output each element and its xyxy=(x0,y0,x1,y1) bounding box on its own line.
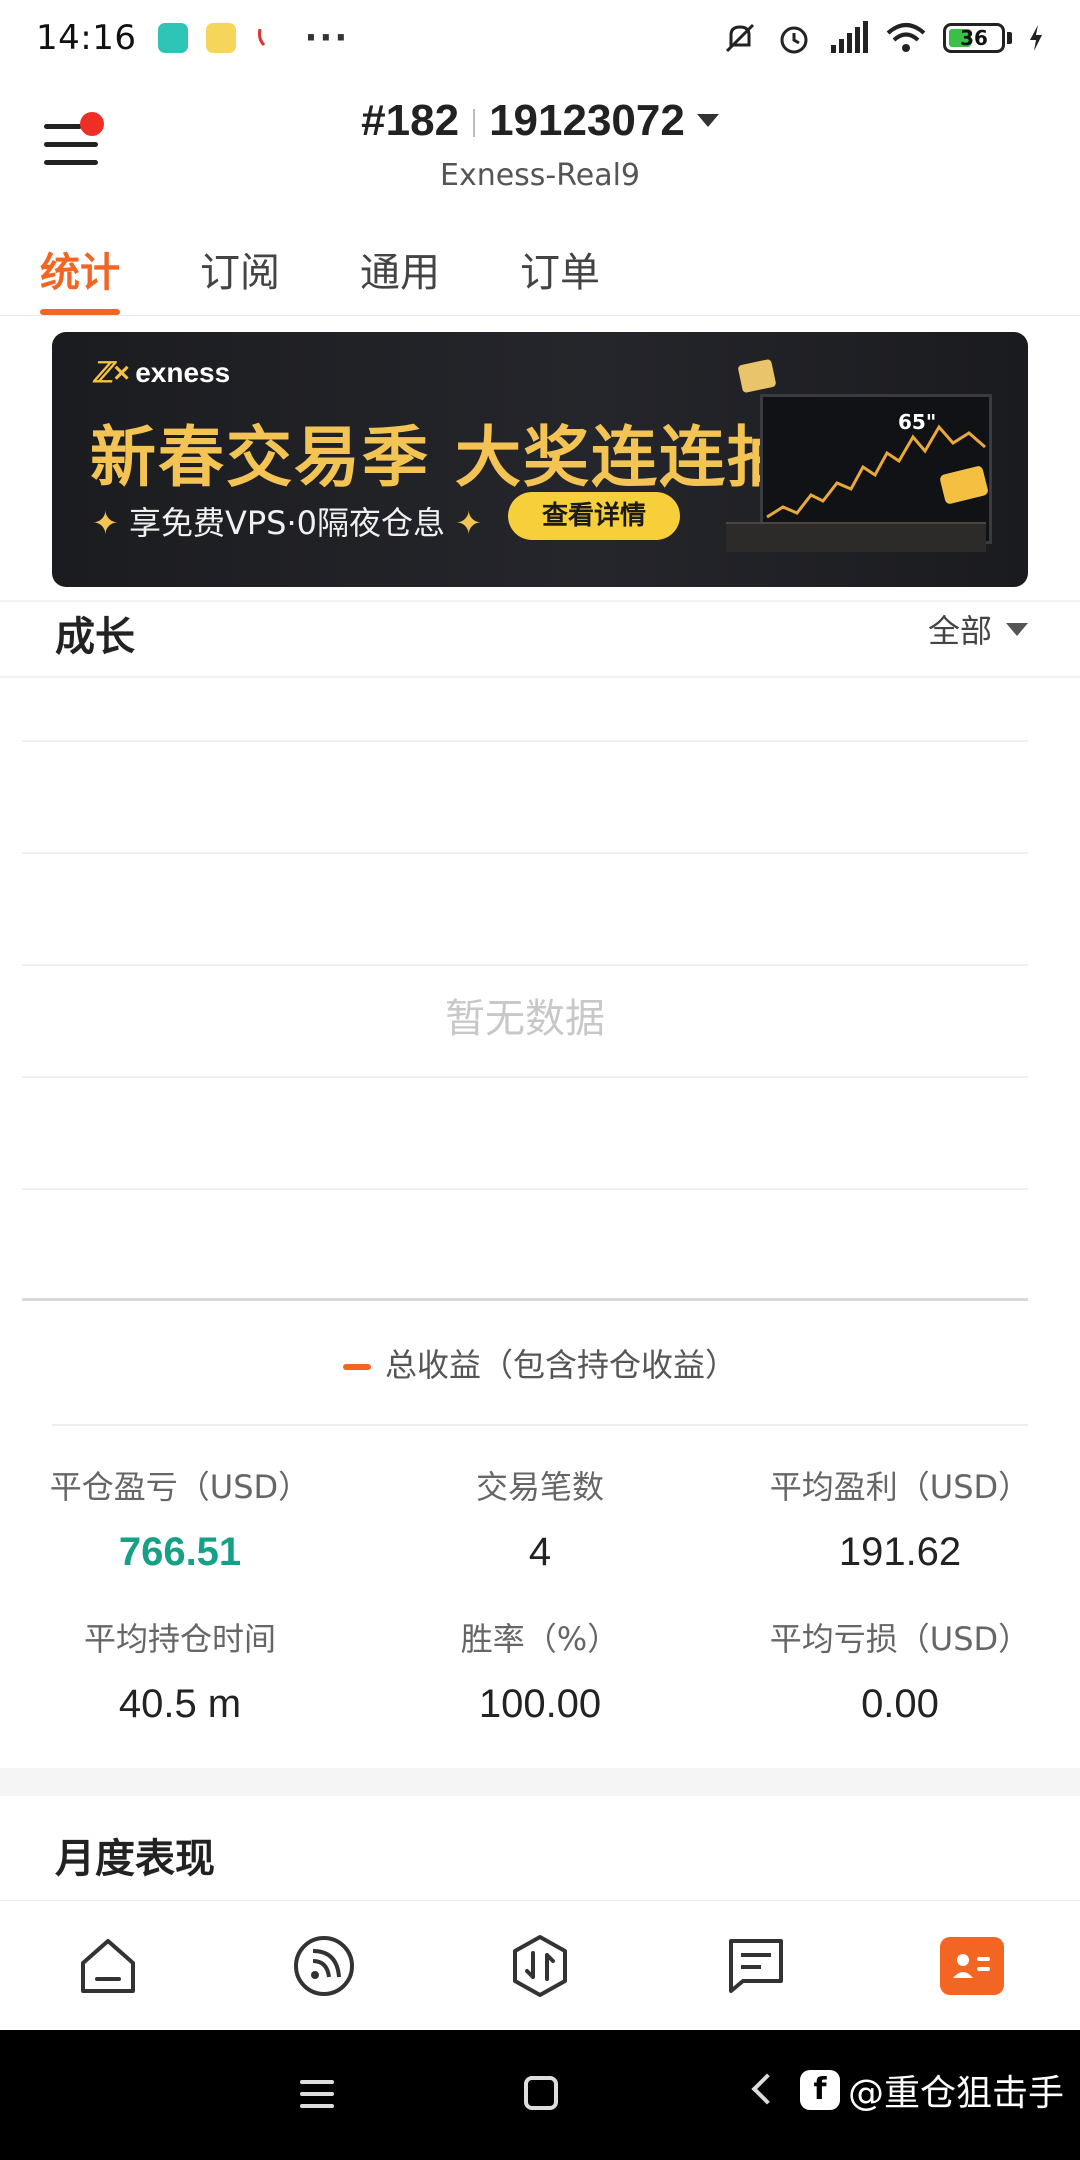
growth-title: 成长 xyxy=(55,614,135,660)
nav-trade[interactable] xyxy=(495,1921,585,2011)
stat-label: 胜率（%） xyxy=(460,1620,620,1658)
nav-feed[interactable] xyxy=(279,1921,369,2011)
message-app-icon xyxy=(206,23,237,53)
tv-size-label: 65" xyxy=(898,410,937,434)
stat-avg-profit: 平均盈利（USD） 191.62 xyxy=(720,1462,1080,1575)
feed-icon xyxy=(294,1935,354,1996)
status-bar: 14:16 ··· 36 xyxy=(0,0,1080,76)
trade-icon xyxy=(513,1934,567,1997)
chart-legend: 总收益（包含持仓收益） xyxy=(0,1340,1080,1386)
watermark-logo-icon: f xyxy=(800,2070,840,2110)
growth-filter-label: 全部 xyxy=(927,612,992,650)
section-divider xyxy=(0,1768,1080,1796)
legend-label: 总收益（包含持仓收益） xyxy=(384,1346,737,1384)
news-icon xyxy=(729,1938,783,1993)
stat-win-rate: 胜率（%） 100.00 xyxy=(360,1614,720,1727)
stat-value: 4 xyxy=(528,1530,552,1574)
stat-avg-hold-time: 平均持仓时间 40.5 m xyxy=(0,1614,360,1727)
account-id: 19123072 xyxy=(489,96,685,145)
signal-icon xyxy=(831,21,868,53)
notification-icons: ··· xyxy=(158,18,349,58)
monthly-performance-title: 月度表现 xyxy=(55,1836,215,1882)
stat-value: 40.5 m xyxy=(118,1682,242,1726)
home-icon xyxy=(81,1938,135,1993)
chevron-down-icon xyxy=(696,113,719,127)
empty-state-text: 暂无数据 xyxy=(445,996,605,1042)
stat-label: 平仓盈亏（USD） xyxy=(49,1468,311,1506)
missed-call-icon xyxy=(258,28,266,47)
stat-value: 0.00 xyxy=(861,1682,939,1726)
recent-apps-button[interactable] xyxy=(300,2080,334,2116)
promo-banner[interactable]: ℤ× exness 新春交易季 大奖连连抽 ✦ 享免费VPS·0隔夜仓息 ✦ 查看… xyxy=(52,332,1028,587)
nav-news[interactable] xyxy=(711,1921,801,2011)
stat-label: 平均持仓时间 xyxy=(83,1620,276,1658)
growth-header: 成长 全部 xyxy=(0,600,1080,678)
shield-app-icon xyxy=(158,23,189,53)
battery-level: 36 xyxy=(960,26,988,50)
growth-chart: 暂无数据 xyxy=(22,740,1028,1301)
banner-subtitle: ✦ 享免费VPS·0隔夜仓息 ✦ xyxy=(92,504,483,542)
watermark-text: @重仓狙击手 xyxy=(848,2073,1065,2114)
nav-home[interactable] xyxy=(63,1921,153,2011)
account-card-icon xyxy=(940,1936,1004,1995)
system-navigation-bar: f @重仓狙击手 xyxy=(0,2030,1080,2160)
stat-label: 交易笔数 xyxy=(475,1468,604,1506)
stat-avg-loss: 平均亏损（USD） 0.00 xyxy=(720,1614,1080,1727)
chevron-down-icon xyxy=(1006,622,1028,636)
growth-filter-dropdown[interactable]: 全部 xyxy=(928,606,1028,652)
more-notifications-icon: ··· xyxy=(304,18,350,58)
mute-icon xyxy=(725,23,755,53)
bottom-navigation xyxy=(0,1900,1080,2030)
gift-icon xyxy=(737,358,777,394)
app-header: #182 19123072 Exness-Real9 xyxy=(0,78,1080,208)
banner-details-button[interactable]: 查看详情 xyxy=(508,492,680,540)
nav-account[interactable] xyxy=(927,1921,1017,2011)
exness-logo: ℤ× exness xyxy=(92,357,231,388)
tab-statistics[interactable]: 统计 xyxy=(40,222,120,315)
tab-bar: 统计 订阅 通用 订单 xyxy=(0,222,1080,316)
account-number: #182 xyxy=(361,96,460,145)
tab-orders[interactable]: 订单 xyxy=(520,222,600,315)
stat-closed-pnl: 平仓盈亏（USD） 766.51 xyxy=(0,1462,360,1575)
stat-label: 平均盈利（USD） xyxy=(769,1468,1031,1506)
charging-icon xyxy=(1030,25,1042,51)
stat-label: 平均亏损（USD） xyxy=(769,1620,1031,1658)
battery-icon: 36 xyxy=(943,23,1005,53)
alarm-icon xyxy=(780,26,808,54)
system-status-icons: 36 xyxy=(721,19,1044,57)
stat-trade-count: 交易笔数 4 xyxy=(360,1462,720,1575)
stat-value: 100.00 xyxy=(478,1682,602,1726)
stat-value: 191.62 xyxy=(838,1530,962,1574)
legend-swatch xyxy=(342,1364,371,1370)
back-button[interactable] xyxy=(751,2073,783,2105)
tab-subscription[interactable]: 订阅 xyxy=(200,222,280,315)
account-selector[interactable]: #182 19123072 xyxy=(0,96,1080,146)
tv-stand-image xyxy=(726,522,986,552)
tab-general[interactable]: 通用 xyxy=(360,222,440,315)
status-time: 14:16 xyxy=(36,18,137,58)
stat-value: 766.51 xyxy=(118,1530,242,1574)
watermark: f @重仓狙击手 xyxy=(800,2064,1064,2116)
account-server: Exness-Real9 xyxy=(439,158,641,193)
home-button[interactable] xyxy=(524,2076,558,2110)
banner-title: 新春交易季 大奖连连抽 xyxy=(90,419,795,496)
wifi-icon xyxy=(886,23,926,52)
